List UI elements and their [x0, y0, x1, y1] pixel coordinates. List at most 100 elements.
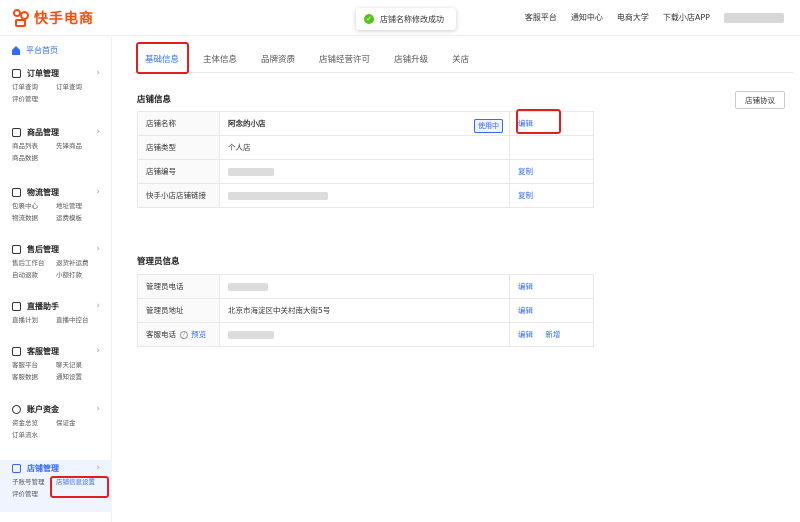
- preview-link[interactable]: 预览: [191, 330, 206, 339]
- sidebar-group-label: 店铺管理: [27, 463, 59, 473]
- top-nav-notifications[interactable]: 通知中心: [571, 12, 603, 23]
- sidebar-group-orders-header[interactable]: 订单管理 ›: [0, 65, 112, 81]
- headset-icon: [12, 346, 21, 356]
- top-nav-customer-service[interactable]: 客服平台: [525, 12, 557, 23]
- cs-phone-value: [219, 322, 510, 347]
- add-cs-phone-link[interactable]: 新增: [545, 330, 560, 339]
- sidebar-item-reviews[interactable]: 评价管理: [12, 93, 56, 105]
- sidebar-group-logistics-header[interactable]: 物流管理 ›: [0, 184, 112, 200]
- admin-address-value: 北京市海淀区中关村南大街5号: [219, 298, 510, 323]
- sidebar-item-product-list[interactable]: 商品列表: [12, 140, 56, 152]
- logo-text: 快手电商: [34, 11, 94, 27]
- cs-phone-label-cell: 客服电话? 预览: [137, 322, 220, 347]
- tab-brand-qualification[interactable]: 品牌资质: [249, 47, 307, 73]
- top-nav-university[interactable]: 电商大学: [617, 12, 649, 23]
- sidebar-group-label: 账户资金: [27, 404, 59, 414]
- sidebar-home[interactable]: 平台首页: [12, 45, 58, 56]
- edit-admin-phone-link[interactable]: 编辑: [518, 282, 533, 291]
- sidebar-item-chat-records[interactable]: 聊天记录: [56, 359, 100, 371]
- sidebar-group-label: 订单管理: [27, 68, 59, 78]
- edit-cs-phone-link[interactable]: 编辑: [518, 330, 533, 339]
- sidebar-group-label: 物流管理: [27, 187, 59, 197]
- sidebar-group-store-header[interactable]: 店铺管理 ›: [0, 460, 112, 476]
- tab-entity-info[interactable]: 主体信息: [191, 47, 249, 73]
- admin-info-table: 管理员电话 编辑 管理员地址 北京市海淀区中关村南大街5号 编辑 客服电话? 预览…: [137, 274, 594, 347]
- tab-business-license[interactable]: 店铺经营许可: [307, 47, 382, 73]
- sidebar-group-products-header[interactable]: 商品管理 ›: [0, 124, 112, 140]
- sidebar-item-after-sales-desk[interactable]: 售后工作台: [12, 257, 56, 269]
- sidebar-group-after-sales: 售后管理 › 售后工作台 退货补运费 自动退款 小额打款: [0, 241, 112, 281]
- redacted-text: [228, 331, 274, 339]
- chevron-right-icon: ›: [96, 127, 100, 137]
- sidebar-item-live-plan[interactable]: 直播计划: [12, 314, 56, 326]
- order-icon: [12, 68, 21, 78]
- video-camera-icon: [12, 301, 21, 311]
- row-label: 快手小店店铺链接: [137, 183, 220, 208]
- chevron-right-icon: ›: [96, 463, 100, 473]
- sidebar-item-product-data[interactable]: 商品数据: [12, 152, 56, 164]
- copy-store-id-link[interactable]: 复制: [518, 167, 533, 176]
- user-account[interactable]: [724, 12, 784, 23]
- row-label: 店铺编号: [137, 159, 220, 184]
- in-use-badge: 使用中: [474, 119, 503, 133]
- sidebar-item-cs-data[interactable]: 客服数据: [12, 371, 56, 383]
- sidebar-item-small-payment[interactable]: 小额打款: [56, 269, 100, 281]
- sidebar-item-auto-refund[interactable]: 自动退款: [12, 269, 56, 281]
- table-row: 客服电话? 预览 编辑 新增: [137, 322, 594, 347]
- sidebar-group-products: 商品管理 › 商品列表 先锋商品 商品数据: [0, 124, 112, 164]
- top-nav-download-app[interactable]: 下载小店APP: [663, 12, 710, 23]
- row-label: 店铺名称: [137, 111, 220, 136]
- sidebar-item-order-query[interactable]: 订单查询: [12, 81, 56, 93]
- copy-store-link-link[interactable]: 复制: [518, 191, 533, 200]
- admin-info-title: 管理员信息: [137, 257, 180, 267]
- toast-text: 店铺名称修改成功: [380, 14, 444, 24]
- sidebar-item-funds-overview[interactable]: 资金总览: [12, 417, 56, 429]
- logo[interactable]: 快手电商: [12, 8, 94, 28]
- sidebar-item-shipping-template[interactable]: 运费模板: [56, 212, 100, 224]
- table-row: 管理员电话 编辑: [137, 274, 594, 299]
- row-label: 店铺类型: [137, 135, 220, 160]
- row-actions: 编辑: [509, 298, 594, 323]
- sidebar: 平台首页 订单管理 › 订单查询 订单查询 评价管理 商品管理 › 商品列表 先锋商…: [0, 37, 112, 522]
- row-actions: 编辑 新增: [509, 322, 594, 347]
- store-id-value: [219, 159, 510, 184]
- table-row: 店铺编号 复制: [137, 159, 594, 184]
- tab-store-upgrade[interactable]: 店铺升级: [382, 47, 440, 73]
- sidebar-item-cs-platform[interactable]: 客服平台: [12, 359, 56, 371]
- row-actions: 复制: [509, 183, 594, 208]
- row-actions: 复制: [509, 159, 594, 184]
- sidebar-group-label: 客服管理: [27, 346, 59, 356]
- highlight-basic-info-tab: [136, 42, 189, 74]
- sidebar-item-notification-settings[interactable]: 通知设置: [56, 371, 100, 383]
- highlight-edit-link: [516, 109, 561, 134]
- store-link-value: [219, 183, 510, 208]
- sidebar-group-after-sales-header[interactable]: 售后管理 ›: [0, 241, 112, 257]
- redacted-text: [228, 168, 274, 176]
- sidebar-item-pioneer-products[interactable]: 先锋商品: [56, 140, 100, 152]
- row-actions: [509, 135, 594, 160]
- tab-close-store[interactable]: 关店: [440, 47, 481, 73]
- edit-admin-address-link[interactable]: 编辑: [518, 306, 533, 315]
- sidebar-item-return-freight[interactable]: 退货补运费: [56, 257, 100, 269]
- row-actions: 编辑: [509, 274, 594, 299]
- sidebar-group-customer-service-header[interactable]: 客服管理 ›: [0, 343, 112, 359]
- sidebar-group-funds: 账户资金 › 资金总览 保证金 订单流水: [0, 401, 112, 441]
- store-protocol-button[interactable]: 店铺协议: [735, 91, 785, 109]
- sidebar-group-live-header[interactable]: 直播助手 ›: [0, 298, 112, 314]
- highlight-store-info-settings: [50, 476, 109, 498]
- sidebar-item-deposit[interactable]: 保证金: [56, 417, 100, 429]
- sidebar-home-label: 平台首页: [26, 46, 58, 55]
- success-toast: ✓ 店铺名称修改成功: [356, 8, 456, 30]
- store-info-title: 店铺信息: [137, 95, 172, 105]
- question-circle-icon[interactable]: ?: [180, 331, 188, 339]
- sidebar-item-address-management[interactable]: 地址管理: [56, 200, 100, 212]
- sidebar-item-live-console[interactable]: 直播中控台: [56, 314, 100, 326]
- sidebar-item-order-flow[interactable]: 订单流水: [12, 429, 56, 441]
- tab-bar: 基础信息 主体信息 品牌资质 店铺经营许可 店铺升级 关店: [133, 47, 793, 74]
- sidebar-item-logistics-data[interactable]: 物流数据: [12, 212, 56, 224]
- admin-phone-value: [219, 274, 510, 299]
- logo-icon: [12, 9, 30, 27]
- sidebar-item-order-query-2[interactable]: 订单查询: [56, 81, 100, 93]
- sidebar-item-package-center[interactable]: 包裹中心: [12, 200, 56, 212]
- sidebar-group-funds-header[interactable]: 账户资金 ›: [0, 401, 112, 417]
